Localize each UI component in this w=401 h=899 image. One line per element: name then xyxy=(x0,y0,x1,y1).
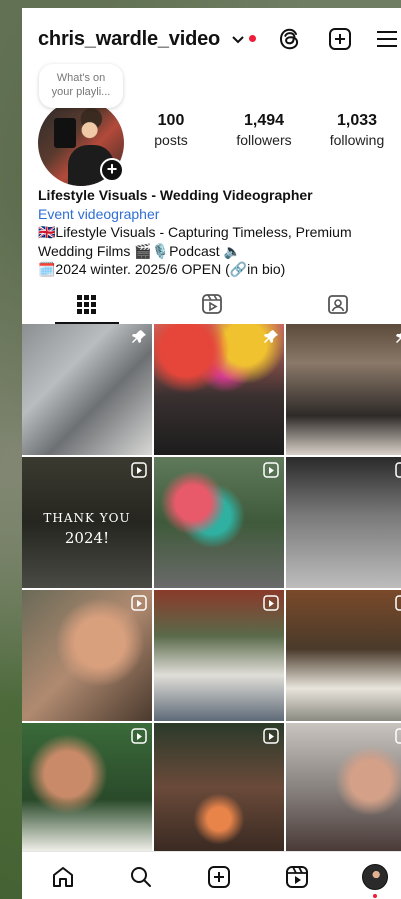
display-name: Lifestyle Visuals - Wedding Videographer xyxy=(38,187,313,203)
profile-tab-avatar[interactable] xyxy=(362,864,388,890)
chevron-down-icon[interactable] xyxy=(231,34,245,46)
grid-post[interactable] xyxy=(286,723,401,851)
create-icon[interactable] xyxy=(206,864,232,890)
note-line-2: your playli... xyxy=(51,86,111,98)
bottom-navigation xyxy=(22,851,401,899)
bio-line-1: 🇬🇧Lifestyle Visuals - Capturing Timeless… xyxy=(38,224,352,240)
grid-icon xyxy=(77,295,96,314)
reels-icon xyxy=(202,294,222,314)
home-icon[interactable] xyxy=(50,864,76,890)
grid-post[interactable] xyxy=(286,590,401,721)
profile-tabs xyxy=(22,284,401,324)
reel-badge-icon xyxy=(131,728,147,744)
pin-icon xyxy=(396,333,401,343)
reel-badge-icon xyxy=(263,595,279,611)
avatar-camera-shape xyxy=(54,118,76,148)
tab-reels[interactable] xyxy=(148,284,274,324)
pin-icon xyxy=(264,330,278,343)
profile-notification-dot xyxy=(373,894,377,898)
add-story-button[interactable]: + xyxy=(100,158,124,182)
reel-badge-icon xyxy=(131,462,147,478)
top-bar: chris_wardle_video xyxy=(22,8,401,70)
grid-post[interactable]: THANK YOU 2024! xyxy=(22,457,152,588)
followers-label: followers xyxy=(236,132,292,148)
followers-count: 1,494 xyxy=(243,112,285,129)
grid-post[interactable] xyxy=(286,457,401,588)
notification-dot xyxy=(249,35,256,42)
thank-you-text: THANK YOU xyxy=(43,511,131,525)
tagged-icon xyxy=(328,295,348,314)
reels-icon[interactable] xyxy=(284,864,310,890)
reel-badge-icon xyxy=(395,462,401,478)
reel-badge-icon xyxy=(263,728,279,744)
bio-line-2: Wedding Films 🎬🎙️Podcast 🔈 xyxy=(38,242,241,259)
profile-screen: chris_wardle_video What's on your playli… xyxy=(22,8,401,899)
category-label[interactable]: Event videographer xyxy=(38,205,388,224)
pin-icon xyxy=(132,330,146,343)
grid-post[interactable] xyxy=(22,590,152,721)
note-line-1: What's on xyxy=(56,72,106,84)
grid-post[interactable] xyxy=(286,324,401,455)
reel-badge-icon xyxy=(395,728,401,744)
search-icon[interactable] xyxy=(128,864,154,890)
account-switcher-username[interactable]: chris_wardle_video xyxy=(38,28,220,51)
reel-badge-icon xyxy=(395,595,401,611)
note-bubble[interactable]: What's on your playli... xyxy=(39,64,123,108)
followers-stat[interactable]: 1,494 followers xyxy=(224,112,304,148)
grid-post[interactable] xyxy=(154,723,284,851)
posts-label: posts xyxy=(154,132,188,148)
grid-post[interactable] xyxy=(154,457,284,588)
posts-stat[interactable]: 100 posts xyxy=(131,112,211,148)
grid-post[interactable] xyxy=(154,324,284,455)
bio-line-3: 🗓️2024 winter. 2025/6 OPEN (🔗in bio) xyxy=(38,261,286,277)
reel-badge-icon xyxy=(263,462,279,478)
grid-post[interactable] xyxy=(154,590,284,721)
following-stat[interactable]: 1,033 following xyxy=(317,112,397,148)
tab-tagged[interactable] xyxy=(274,284,400,324)
thank-you-year: 2024! xyxy=(64,529,110,547)
following-label: following xyxy=(329,132,385,148)
profile-bio: Lifestyle Visuals - Wedding Videographer… xyxy=(38,186,388,279)
menu-icon[interactable] xyxy=(374,26,400,52)
tab-posts[interactable] xyxy=(22,284,148,324)
create-post-icon[interactable] xyxy=(327,26,353,52)
reel-badge-icon xyxy=(131,595,147,611)
following-count: 1,033 xyxy=(336,112,378,129)
grid-post[interactable] xyxy=(22,324,152,455)
posts-count: 100 xyxy=(157,112,185,129)
threads-icon[interactable] xyxy=(277,26,303,52)
grid-post[interactable] xyxy=(22,723,152,851)
